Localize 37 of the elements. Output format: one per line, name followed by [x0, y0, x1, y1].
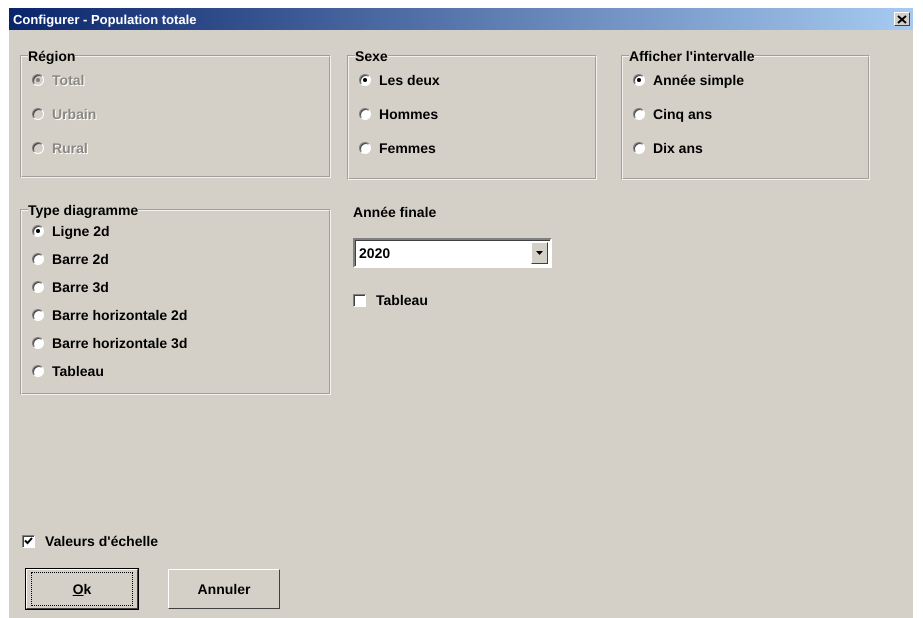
checkbox[interactable]: Tableau — [353, 292, 428, 308]
radio-option[interactable]: Barre horizontale 2d — [32, 305, 329, 325]
radio-option[interactable]: Femmes — [359, 138, 595, 158]
radio-option[interactable]: Ligne 2d — [32, 221, 329, 241]
radio-option[interactable]: Barre 3d — [32, 277, 329, 297]
checkbox[interactable]: Valeurs d'échelle — [22, 533, 158, 549]
radio-option[interactable]: Tableau — [32, 361, 329, 381]
radio-icon[interactable] — [32, 225, 44, 237]
year-dropdown[interactable]: 2020 — [353, 238, 552, 268]
radio-icon[interactable] — [32, 253, 44, 265]
radio-icon[interactable] — [32, 281, 44, 293]
radio-icon[interactable] — [32, 365, 44, 377]
radio-icon[interactable] — [633, 108, 645, 120]
radio-option[interactable]: Année simple — [633, 70, 868, 90]
dialog-button[interactable]: Ok — [26, 569, 138, 609]
window-title: Configurer - Population totale — [13, 12, 196, 26]
dialog-button[interactable]: Annuler — [168, 569, 280, 609]
radio-option[interactable]: Les deux — [359, 70, 595, 90]
radio-icon[interactable] — [633, 74, 645, 86]
radio-icon[interactable] — [359, 74, 371, 86]
close-button[interactable] — [894, 12, 910, 26]
radio-option[interactable]: Hommes — [359, 104, 595, 124]
radio-option[interactable]: Barre horizontale 3d — [32, 333, 329, 353]
radio-option[interactable]: Cinq ans — [633, 104, 868, 124]
radio-icon[interactable] — [32, 337, 44, 349]
checkmark-icon — [24, 537, 33, 545]
radio-option[interactable]: Dix ans — [633, 138, 868, 158]
group-title: Type diagramme — [28, 202, 138, 218]
radio-icon[interactable] — [633, 142, 645, 154]
field-label: Année finale — [353, 204, 436, 220]
group-title: Afficher l'intervalle — [629, 48, 754, 64]
group-title: Région — [28, 48, 76, 64]
radio-option[interactable]: Barre 2d — [32, 249, 329, 269]
radio-icon[interactable] — [32, 309, 44, 321]
radio-icon[interactable] — [359, 108, 371, 120]
group-title: Sexe — [355, 48, 388, 64]
radio-icon[interactable] — [359, 142, 371, 154]
